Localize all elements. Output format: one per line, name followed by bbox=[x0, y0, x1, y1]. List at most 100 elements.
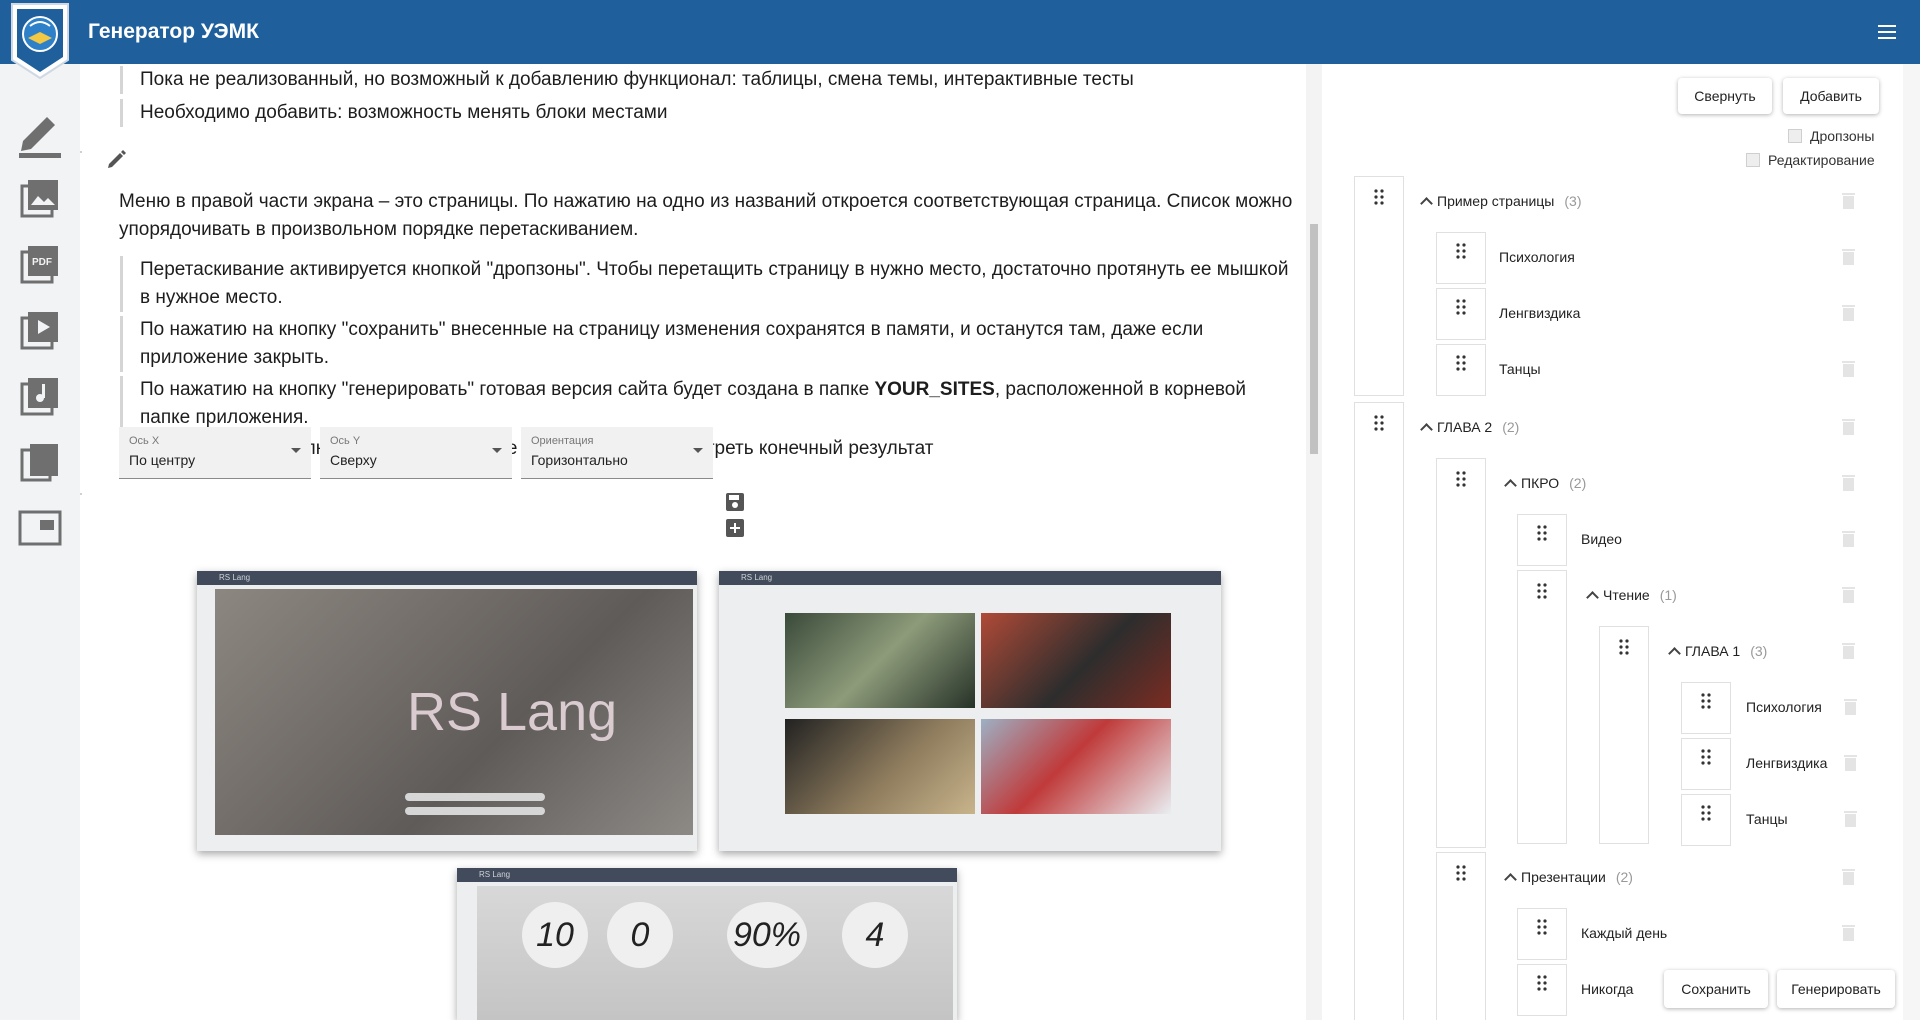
drag-dots-icon bbox=[1456, 865, 1466, 881]
tree-page[interactable]: Психология bbox=[1499, 249, 1575, 265]
trash-icon[interactable] bbox=[1842, 924, 1855, 941]
axis-x-select[interactable]: Ось X По центру bbox=[119, 427, 311, 479]
tree-page[interactable]: Ленгвиздика bbox=[1746, 755, 1827, 771]
trash-icon[interactable] bbox=[1842, 360, 1855, 377]
chevron-up-icon[interactable] bbox=[1504, 873, 1517, 886]
trash-icon[interactable] bbox=[1842, 418, 1855, 435]
drag-handle[interactable] bbox=[1599, 626, 1649, 844]
nav-pdf[interactable]: PDF bbox=[10, 234, 70, 294]
trash-icon[interactable] bbox=[1842, 248, 1855, 265]
chevron-up-icon[interactable] bbox=[1420, 197, 1433, 210]
delete-block-icon[interactable] bbox=[80, 150, 82, 168]
drag-dots-icon bbox=[1456, 355, 1466, 371]
stat-circle: 10 bbox=[522, 902, 588, 968]
drag-handle[interactable] bbox=[1681, 738, 1731, 790]
tree-page[interactable]: Никогда bbox=[1581, 981, 1633, 997]
tree-folder-pres[interactable]: Презентации (2) bbox=[1504, 869, 1633, 886]
drag-handle[interactable] bbox=[1517, 964, 1567, 1016]
quote-block: Пока не реализованный, но возможный к до… bbox=[120, 66, 1270, 94]
image-preview[interactable]: RS Lang bbox=[719, 571, 1221, 851]
content-scrollbar[interactable] bbox=[1306, 64, 1322, 1020]
nav-audio[interactable] bbox=[10, 366, 70, 426]
folder-title: ГЛАВА 2 bbox=[1437, 419, 1493, 435]
tree-folder-g2[interactable]: ГЛАВА 2 (2) bbox=[1420, 419, 1520, 436]
chevron-up-icon[interactable] bbox=[1420, 423, 1433, 436]
delete-block-icon[interactable] bbox=[80, 492, 82, 510]
pencil-icon bbox=[19, 117, 61, 158]
app-bar: Генератор УЭМК bbox=[0, 0, 1920, 64]
preview-button bbox=[405, 807, 545, 815]
checkbox-label: Редактирование bbox=[1768, 152, 1875, 168]
chevron-up-icon[interactable] bbox=[1668, 647, 1681, 660]
scrollbar-thumb[interactable] bbox=[1310, 224, 1318, 454]
drag-dots-icon bbox=[1537, 583, 1547, 599]
trash-icon[interactable] bbox=[1844, 754, 1857, 771]
tree-page[interactable]: Танцы bbox=[1746, 811, 1788, 827]
trash-icon[interactable] bbox=[1842, 642, 1855, 659]
tree-page[interactable]: Психология bbox=[1746, 699, 1822, 715]
trash-icon[interactable] bbox=[1842, 304, 1855, 321]
orientation-select[interactable]: Ориентация Горизонтально bbox=[521, 427, 713, 479]
collapse-button[interactable]: Свернуть bbox=[1678, 78, 1772, 114]
trash-icon[interactable] bbox=[1842, 530, 1855, 547]
drag-handle[interactable] bbox=[1436, 852, 1486, 1020]
trash-icon[interactable] bbox=[1844, 810, 1857, 827]
folder-count: (3) bbox=[1750, 643, 1768, 659]
folder-count: (2) bbox=[1502, 419, 1520, 435]
chevron-up-icon[interactable] bbox=[1504, 479, 1517, 492]
panel-scrollbar[interactable] bbox=[1903, 64, 1920, 1020]
tree-page[interactable]: Танцы bbox=[1499, 361, 1541, 377]
save-button[interactable]: Сохранить bbox=[1664, 970, 1768, 1008]
hamburger-menu-icon[interactable] bbox=[1874, 20, 1900, 44]
save-icon[interactable] bbox=[725, 492, 745, 512]
tree-folder-pkro[interactable]: ПКРО (2) bbox=[1504, 475, 1586, 492]
drag-handle[interactable] bbox=[1354, 176, 1404, 396]
add-box-icon[interactable] bbox=[725, 518, 745, 538]
tree-page[interactable]: Каждый день bbox=[1581, 925, 1667, 941]
drag-handle[interactable] bbox=[1681, 682, 1731, 734]
trash-icon[interactable] bbox=[1842, 868, 1855, 885]
drag-handle[interactable] bbox=[1517, 570, 1567, 844]
drag-handle[interactable] bbox=[1436, 458, 1486, 848]
drag-handle[interactable] bbox=[1517, 908, 1567, 960]
drag-dots-icon bbox=[1537, 975, 1547, 991]
image-preview[interactable]: RS Lang RS Lang bbox=[197, 571, 697, 851]
tree-page[interactable]: Ленгвиздика bbox=[1499, 305, 1580, 321]
editing-checkbox[interactable]: Редактирование bbox=[1746, 152, 1875, 168]
dropzones-checkbox[interactable]: Дропзоны bbox=[1788, 128, 1874, 144]
select-value: Сверху bbox=[330, 452, 377, 468]
image-preview[interactable]: RS Lang 10 0 90% 4 bbox=[457, 868, 957, 1020]
trash-icon[interactable] bbox=[1844, 698, 1857, 715]
chevron-up-icon[interactable] bbox=[1586, 591, 1599, 604]
dropdown-arrow-icon bbox=[492, 448, 502, 453]
trash-icon[interactable] bbox=[1842, 474, 1855, 491]
drag-handle[interactable] bbox=[1681, 794, 1731, 846]
drag-dots-icon bbox=[1537, 525, 1547, 541]
drag-handle[interactable] bbox=[1354, 402, 1404, 1020]
tree-folder-g1[interactable]: ГЛАВА 1 (3) bbox=[1668, 643, 1768, 660]
generate-button[interactable]: Генерировать bbox=[1777, 970, 1895, 1008]
quote-block: По нажатию на кнопку "сохранить" внесенн… bbox=[120, 316, 1290, 372]
axis-y-select[interactable]: Ось Y Сверху bbox=[320, 427, 512, 479]
trash-icon[interactable] bbox=[1842, 586, 1855, 603]
nav-text-edit[interactable] bbox=[10, 102, 70, 162]
checkbox-box[interactable] bbox=[1746, 153, 1760, 167]
add-page-button[interactable]: Добавить bbox=[1783, 78, 1879, 114]
tree-folder-reading[interactable]: Чтение (1) bbox=[1586, 587, 1677, 604]
nav-embed[interactable] bbox=[10, 498, 70, 558]
nav-copy[interactable] bbox=[10, 432, 70, 492]
drag-handle[interactable] bbox=[1436, 232, 1486, 284]
trash-icon[interactable] bbox=[1842, 192, 1855, 209]
drag-handle[interactable] bbox=[1517, 514, 1567, 566]
folder-title: Пример страницы bbox=[1437, 193, 1555, 209]
nav-images[interactable] bbox=[10, 168, 70, 228]
drag-handle[interactable] bbox=[1436, 288, 1486, 340]
dropdown-arrow-icon bbox=[291, 448, 301, 453]
edit-block-icon[interactable] bbox=[106, 148, 128, 170]
tree-page[interactable]: Видео bbox=[1581, 531, 1622, 547]
tree-folder-p1[interactable]: Пример страницы (3) bbox=[1420, 193, 1582, 210]
drag-handle[interactable] bbox=[1436, 344, 1486, 396]
svg-text:PDF: PDF bbox=[32, 257, 52, 268]
checkbox-box[interactable] bbox=[1788, 129, 1802, 143]
nav-video[interactable] bbox=[10, 300, 70, 360]
